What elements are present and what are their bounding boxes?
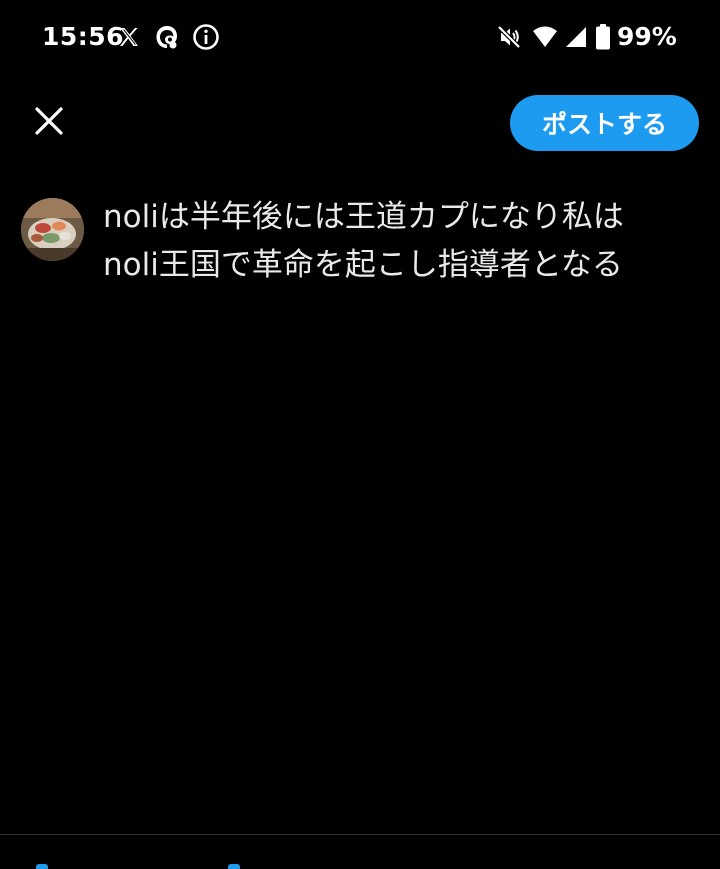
- status-time: 15:56: [42, 22, 125, 51]
- battery-icon: [592, 22, 614, 52]
- avatar[interactable]: [21, 198, 84, 261]
- close-button[interactable]: [28, 102, 70, 144]
- toolbar-icon-peek[interactable]: [36, 864, 48, 869]
- x-logo-icon: [114, 22, 144, 52]
- status-bar: 15:56 99%: [0, 0, 720, 74]
- info-icon: [191, 22, 221, 52]
- mute-icon: [494, 22, 524, 52]
- toolbar-divider: [0, 834, 720, 835]
- close-icon: [34, 106, 64, 140]
- signal-icon: [561, 22, 591, 52]
- battery-percent: 99%: [617, 22, 677, 51]
- toolbar-icon-peek[interactable]: [228, 864, 240, 869]
- post-button[interactable]: ポストする: [510, 95, 699, 151]
- threads-icon: [152, 22, 182, 52]
- wifi-icon: [530, 22, 560, 52]
- post-text-input[interactable]: noliは半年後には王道カプになり私は noli王国で革命を起こし指導者となる: [103, 193, 683, 289]
